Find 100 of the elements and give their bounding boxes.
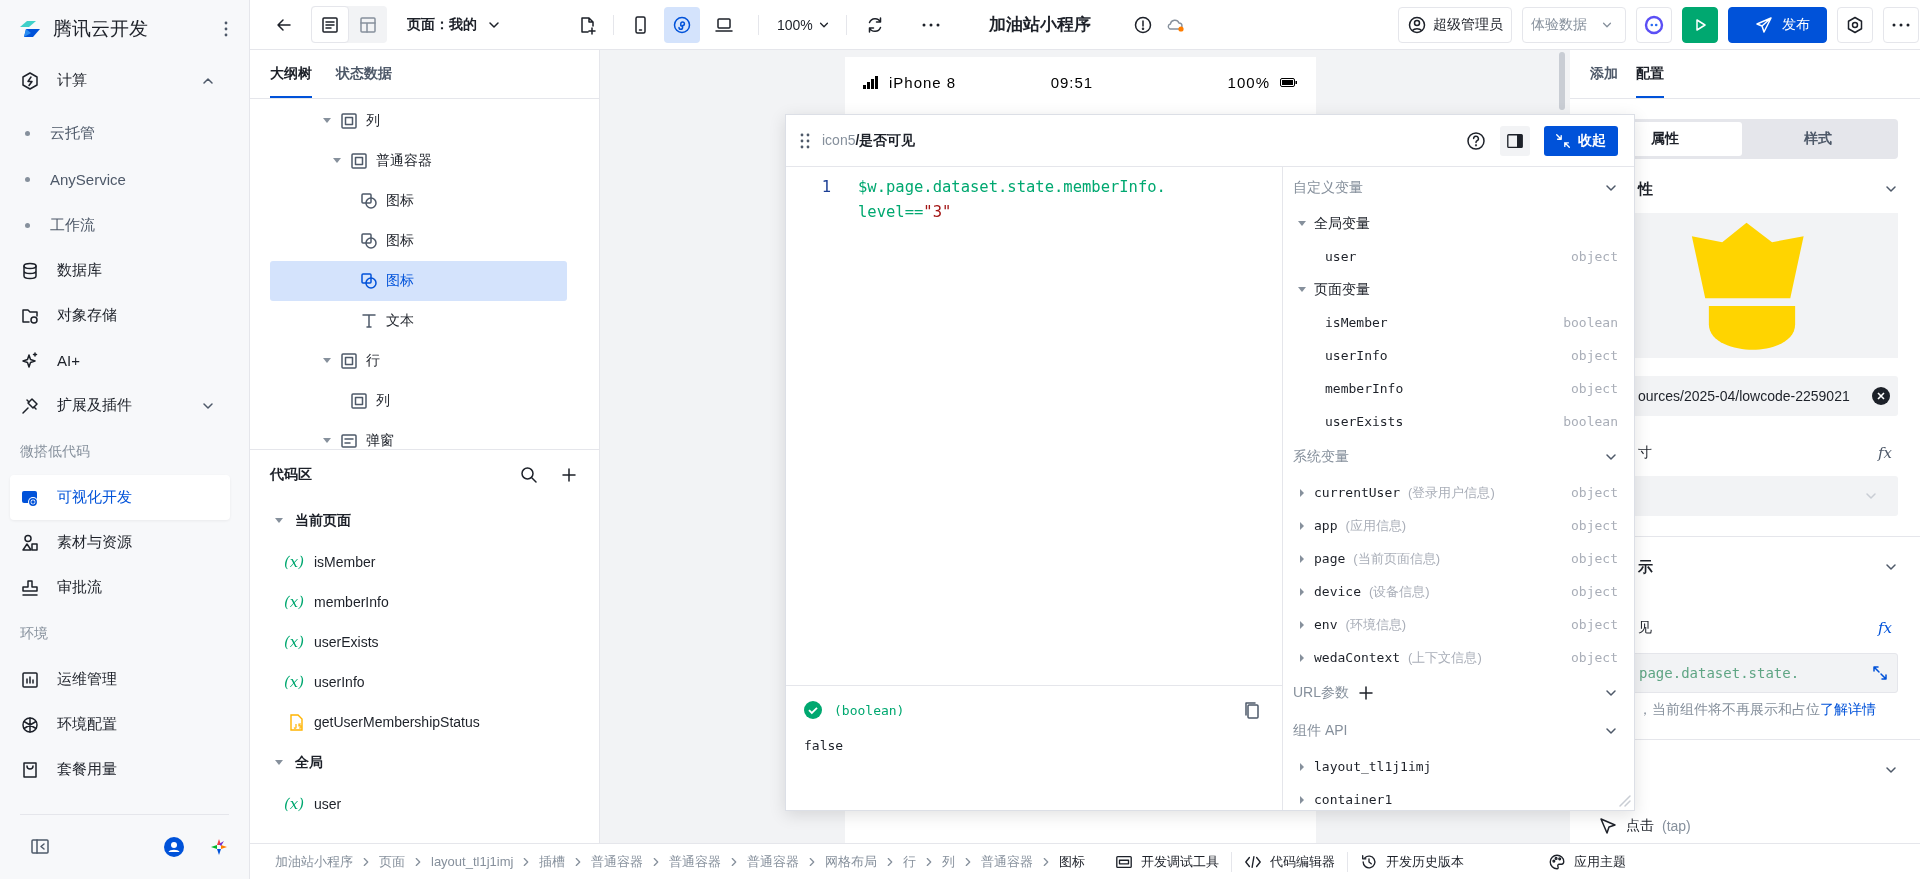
nav-item[interactable]: 计算 xyxy=(0,58,239,103)
section-title: 系统变量 xyxy=(1293,448,1349,466)
code-item[interactable]: (x) isMember xyxy=(250,542,599,582)
code-item[interactable]: (x) user xyxy=(250,784,599,824)
device-toggle[interactable] xyxy=(664,6,700,43)
variable-item[interactable]: env (环境信息) object xyxy=(1293,608,1618,641)
tree-item[interactable]: 图标 xyxy=(270,181,567,221)
variable-item[interactable]: layout_tl1j1imj xyxy=(1293,750,1618,783)
toolbar-button[interactable]: 代码编辑器 xyxy=(1231,851,1348,872)
help-icon[interactable] xyxy=(1466,130,1486,151)
variable-item[interactable]: page (当前页面信息) object xyxy=(1293,542,1618,575)
event-item[interactable]: 点击 (tap) xyxy=(1598,812,1920,840)
send-icon xyxy=(1754,14,1774,35)
breadcrumb-link[interactable]: 页面 xyxy=(379,852,405,871)
container-icon xyxy=(350,392,368,410)
tree-item[interactable]: 文本 xyxy=(270,301,567,341)
status-time: 09:51 xyxy=(1050,73,1094,91)
panel-tab[interactable]: 大纲树 xyxy=(270,50,312,98)
formula-button[interactable]: fx xyxy=(1878,444,1892,462)
palette-icon xyxy=(1548,852,1567,871)
page-dropdown[interactable]: 页面：我的 xyxy=(407,15,501,34)
code-item[interactable]: (x) userInfo xyxy=(250,662,599,702)
publish-button[interactable]: 发布 xyxy=(1728,6,1827,43)
formula-button[interactable]: fx xyxy=(1878,619,1892,637)
alert-icon[interactable] xyxy=(1132,14,1153,35)
search-icon[interactable] xyxy=(519,465,539,485)
toolbar-button[interactable]: 开发调试工具 xyxy=(1103,851,1232,872)
section-title: 组件 API xyxy=(1293,722,1348,740)
breadcrumb-link[interactable]: 图标 xyxy=(1059,852,1086,871)
panel-tab[interactable]: 状态数据 xyxy=(336,50,392,98)
nav-item[interactable]: 套餐用量 xyxy=(0,747,239,792)
group-header[interactable]: 全局变量 xyxy=(1293,207,1618,240)
tree-item[interactable]: 列 xyxy=(270,101,567,141)
nav-item[interactable]: 数据库 xyxy=(0,248,239,293)
variable-item[interactable]: user object xyxy=(1293,240,1618,273)
nav-item[interactable]: 可视化开发 xyxy=(10,475,230,520)
view-toggle[interactable] xyxy=(311,6,349,43)
success-check-icon xyxy=(804,701,822,719)
preview-button[interactable] xyxy=(1682,6,1718,43)
more-vertical-icon[interactable] xyxy=(223,20,229,38)
toolbar-button[interactable]: 应用主题 xyxy=(1536,851,1639,872)
nav-item[interactable]: 环境配置 xyxy=(0,702,239,747)
modal-icon xyxy=(340,432,358,449)
sidebar-collapse-icon[interactable] xyxy=(30,837,50,857)
learn-more-link[interactable]: 了解详情 xyxy=(1820,701,1876,717)
variable-item[interactable]: container1 xyxy=(1293,783,1618,810)
code-item[interactable]: (x) memberInfo xyxy=(250,582,599,622)
nav-item[interactable]: 审批流 xyxy=(0,565,239,610)
variable-item[interactable]: userInfo object xyxy=(1293,339,1618,372)
assistant-button[interactable] xyxy=(1636,6,1672,43)
more-icon[interactable] xyxy=(920,21,941,28)
user-avatar-icon[interactable] xyxy=(164,837,184,857)
role-button[interactable]: 超级管理员 xyxy=(1398,6,1512,43)
tree-item[interactable]: 图标 xyxy=(270,221,567,261)
nav-subitem[interactable]: 云托管 xyxy=(0,110,249,156)
segment-tab[interactable]: 样式 xyxy=(1741,122,1895,156)
plus-icon[interactable] xyxy=(1357,684,1375,702)
drag-handle-icon[interactable] xyxy=(800,132,810,149)
section-title: 自定义变量 xyxy=(1293,179,1363,197)
plus-icon[interactable] xyxy=(559,465,579,485)
panel-title: icon5/是否可见 xyxy=(822,131,916,150)
breadcrumb-link[interactable]: 插槽 xyxy=(539,852,566,871)
panel-toggle-button[interactable] xyxy=(1500,125,1530,156)
nav-item[interactable]: 对象存储 xyxy=(0,293,239,338)
variable-item[interactable]: isMember boolean xyxy=(1293,306,1618,339)
variable-item[interactable]: currentUser (登录用户信息) object xyxy=(1293,476,1618,509)
sidebar-right-icon xyxy=(1506,131,1524,150)
tree-item[interactable]: 列 xyxy=(270,381,567,421)
nav-item[interactable]: AI+ xyxy=(0,338,239,383)
copy-icon[interactable] xyxy=(1242,700,1262,720)
group-header[interactable]: 页面变量 xyxy=(1293,273,1618,306)
tree-item[interactable]: 图标 xyxy=(270,261,567,301)
collapse-button[interactable]: 收起 xyxy=(1544,125,1618,156)
code-item[interactable]: (x) userExists xyxy=(250,622,599,662)
resize-handle-icon[interactable] xyxy=(1618,794,1632,808)
collapse-arrows-icon xyxy=(1554,131,1572,150)
group-header[interactable]: 全局 xyxy=(250,742,599,784)
nav-item[interactable]: 扩展及插件 xyxy=(0,383,239,428)
group-header[interactable]: 当前页面 xyxy=(250,500,599,542)
tree-item[interactable]: 弹窗 xyxy=(270,421,567,449)
shapes-icon xyxy=(20,532,40,553)
scrollbar[interactable] xyxy=(1559,52,1565,110)
variable-item[interactable]: app (应用信息) object xyxy=(1293,509,1618,542)
nav-subitem[interactable]: 工作流 xyxy=(0,202,249,248)
text-icon xyxy=(360,312,378,330)
nav-item[interactable]: 素材与资源 xyxy=(0,520,239,565)
zoom-dropdown[interactable]: 100% xyxy=(777,16,830,33)
settings-button[interactable] xyxy=(1837,6,1873,43)
variable-item[interactable]: device (设备信息) object xyxy=(1293,575,1618,608)
nav-subitem[interactable]: AnyService xyxy=(0,156,249,202)
cursor-icon xyxy=(1598,816,1618,836)
panel-tab[interactable]: 配置 xyxy=(1636,50,1664,98)
nav-item[interactable]: 运维管理 xyxy=(0,657,239,702)
tree-item[interactable]: 行 xyxy=(270,341,567,381)
section-title: 性 xyxy=(1638,179,1653,199)
toolbar-button[interactable]: 开发历史版本 xyxy=(1347,851,1477,872)
panel-tab[interactable]: 添加 xyxy=(1590,50,1618,98)
tree-item[interactable]: 普通容器 xyxy=(270,141,567,181)
chart-icon xyxy=(20,669,40,690)
code-item[interactable]: getUserMembershipStatus xyxy=(250,702,599,742)
